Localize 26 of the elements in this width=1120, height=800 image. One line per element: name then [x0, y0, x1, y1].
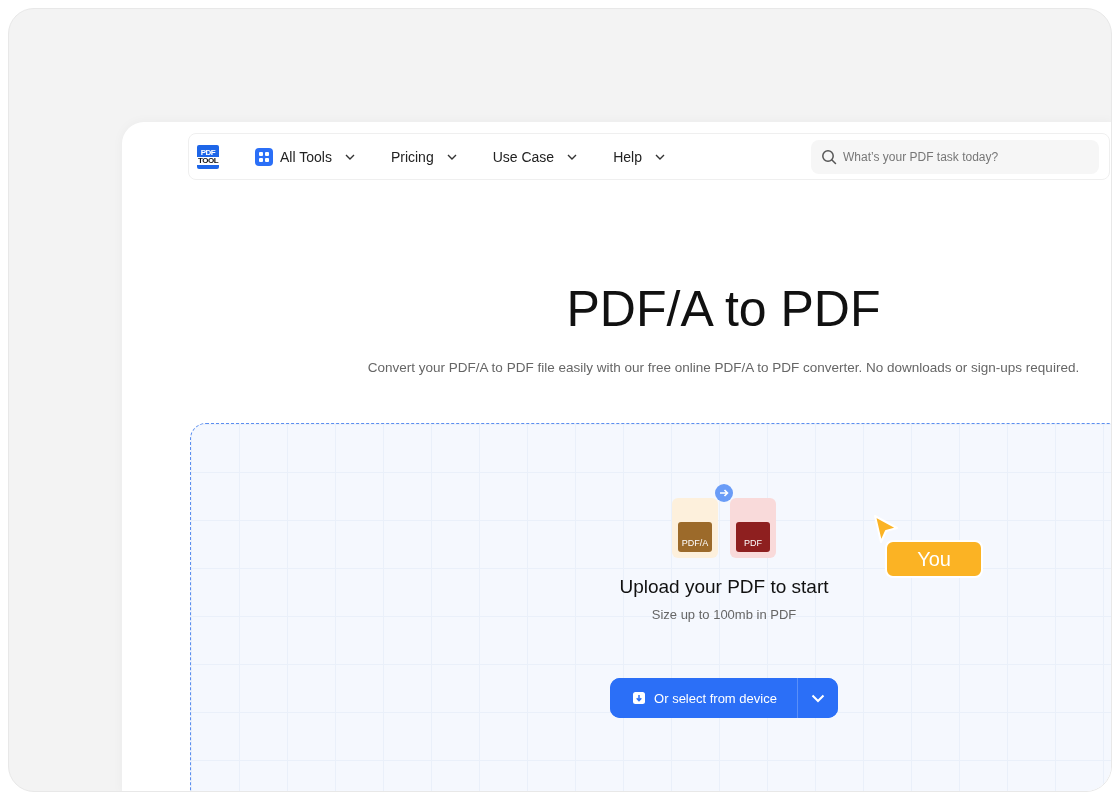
file-type-label: PDF/A [681, 539, 709, 548]
arrow-right-icon [715, 484, 733, 502]
user-label: You [885, 540, 983, 578]
chevron-icon [654, 153, 665, 160]
nav-menu[interactable]: Use Case [492, 147, 578, 166]
upload-file-icon [632, 691, 647, 705]
chevron-icon [446, 153, 457, 160]
nav-menu[interactable]: All Tools [255, 147, 355, 166]
logo[interactable]: PDF TOOL [197, 144, 219, 169]
logo-text: PDF [200, 148, 216, 157]
upload-heading: Upload your PDF to start [619, 576, 829, 598]
chevron-icon [567, 153, 578, 160]
page-title: PDF/A to PDF [565, 280, 882, 338]
file-type-label: PDF [744, 539, 762, 548]
caret-icon [810, 693, 825, 703]
upload-note: Size up to 100mb in PDF [651, 607, 797, 622]
upload-area[interactable]: PDF/A PDF Upload your PDF to start Size up to 100mb in PDF Or select from device You [190, 423, 1111, 791]
cursor-icon [873, 514, 899, 544]
logo-text: TOOL [196, 156, 220, 165]
page-subtitle: Convert your PDF/A to PDF file easily with our free online PDF/A to PDF converter. No downloads or sign-ups required. [366, 360, 1081, 375]
search-field[interactable]: What’s your PDF task today? [811, 139, 1099, 174]
chevron-icon [344, 153, 355, 160]
nav-menu[interactable]: Help [613, 147, 665, 166]
select-from-device-button[interactable]: Or select from device [610, 678, 798, 718]
apps-icon [255, 147, 273, 166]
nav-menu[interactable]: Pricing [390, 147, 457, 166]
